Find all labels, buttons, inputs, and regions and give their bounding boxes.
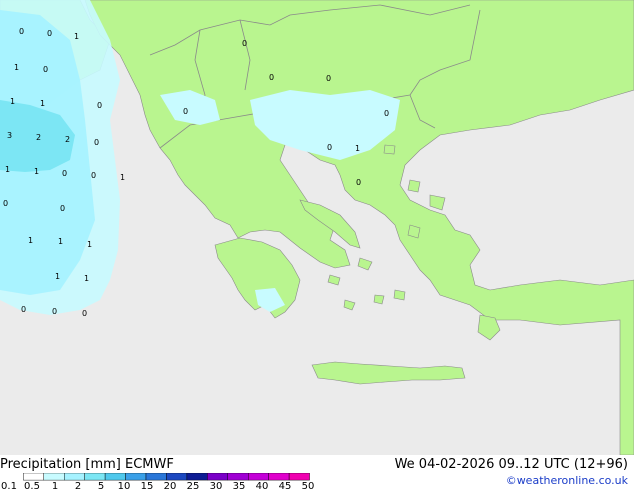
- precip-value: 1: [40, 99, 45, 108]
- legend-tick-label: 2: [74, 481, 82, 492]
- precip-value: 0: [242, 39, 247, 48]
- legend-tick-label: 25: [186, 481, 200, 492]
- legend-tick-label: 0.5: [24, 481, 40, 492]
- legend-tick-label: 50: [301, 481, 315, 492]
- precip-value: 0: [91, 171, 96, 180]
- precip-value: 0: [43, 65, 48, 74]
- legend-tick-label: 30: [209, 481, 223, 492]
- legend-swatch: [207, 473, 228, 481]
- precip-value: 1: [58, 237, 63, 246]
- legend-swatch: [268, 473, 290, 481]
- precip-value: 1: [355, 144, 360, 153]
- model-name: ECMWF: [125, 457, 174, 472]
- precip-value: 0: [52, 307, 57, 316]
- legend-tick-label: 45: [278, 481, 292, 492]
- precip-value: 3: [7, 131, 12, 140]
- precip-value: 0: [356, 178, 361, 187]
- precip-value: 1: [74, 32, 79, 41]
- precip-value: 0: [94, 138, 99, 147]
- precip-value: 1: [34, 167, 39, 176]
- legend-swatch: [288, 473, 310, 481]
- legend-tick-label: 10: [117, 481, 131, 492]
- credit-link[interactable]: ©weatheronline.co.uk: [506, 474, 628, 487]
- legend-tick-label: 20: [163, 481, 177, 492]
- legend-tick-label: 35: [232, 481, 246, 492]
- precip-value: 1: [28, 236, 33, 245]
- color-legend: [23, 473, 310, 481]
- valid-time: We 04-02-2026 09..12 UTC (12+96): [394, 457, 628, 472]
- legend-swatch: [43, 473, 65, 481]
- precip-value: 0: [327, 143, 332, 152]
- precip-value: 1: [87, 240, 92, 249]
- precip-value: 0: [326, 74, 331, 83]
- precipitation-map: 0 0 1 0 0 1 1 1 0 3 2 2 0 1 1 0 0 1 0 0 …: [0, 0, 634, 455]
- legend-tick-label: 15: [140, 481, 154, 492]
- precip-value: 0: [21, 305, 26, 314]
- precip-value: 1: [5, 165, 10, 174]
- precip-value: 0: [19, 27, 24, 36]
- legend-tick-label: 40: [255, 481, 269, 492]
- legend-tick-label: 1: [51, 481, 59, 492]
- precip-value: 1: [120, 173, 125, 182]
- precip-value: 0: [3, 199, 8, 208]
- precip-value: 0: [269, 73, 274, 82]
- legend-swatch: [23, 473, 44, 481]
- precip-value: 0: [82, 309, 87, 318]
- title-text: Precipitation [mm]: [0, 457, 121, 472]
- legend-swatch: [248, 473, 269, 481]
- legend-swatch: [166, 473, 188, 481]
- precip-value: 1: [10, 97, 15, 106]
- legend-swatch: [227, 473, 249, 481]
- precip-value: 0: [47, 29, 52, 38]
- legend-tick-label: 0.1: [1, 481, 17, 492]
- precip-value: 0: [183, 107, 188, 116]
- precip-value: 0: [60, 204, 65, 213]
- legend-swatch: [186, 473, 208, 481]
- precip-value: 1: [14, 63, 19, 72]
- chart-title: Precipitation [mm] ECMWF: [0, 457, 174, 472]
- legend-swatch: [104, 473, 126, 481]
- precip-value: 1: [55, 272, 60, 281]
- precip-value: 0: [97, 101, 102, 110]
- legend-swatch: [84, 473, 106, 481]
- legend-tick-label: 5: [97, 481, 105, 492]
- precip-value: 2: [36, 133, 41, 142]
- precip-value: 0: [62, 169, 67, 178]
- legend-swatch: [145, 473, 167, 481]
- legend-swatch: [125, 473, 147, 481]
- precip-value: 2: [65, 135, 70, 144]
- legend-swatch: [64, 473, 85, 481]
- precip-value: 0: [384, 109, 389, 118]
- precip-value: 1: [84, 274, 89, 283]
